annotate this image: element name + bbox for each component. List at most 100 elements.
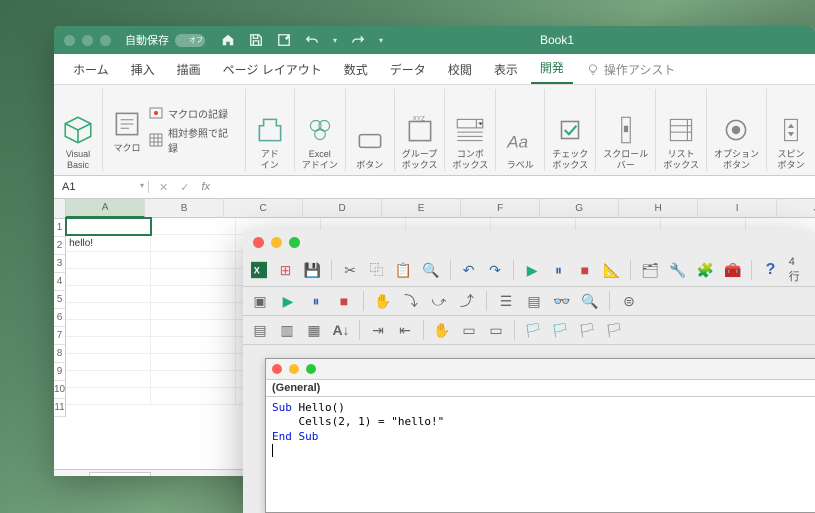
spinbutton-control[interactable]: スピン ボタン xyxy=(767,89,815,171)
toggle-bp-icon[interactable]: ✋ xyxy=(433,321,451,339)
stop-icon[interactable]: ■ xyxy=(577,261,593,279)
row-header[interactable]: 10 xyxy=(54,381,66,399)
compile-icon[interactable]: ▣ xyxy=(251,292,269,310)
uncomment-icon[interactable]: ▭ xyxy=(487,321,505,339)
combobox-control[interactable]: コンボ ボックス xyxy=(445,89,496,171)
step-into-icon[interactable]: ⤵ xyxy=(402,292,420,310)
bookmark-prev-icon[interactable]: 🏳 xyxy=(578,321,596,339)
breakpoint-icon[interactable]: ✋ xyxy=(374,292,392,310)
pause-icon[interactable]: ⏸ xyxy=(550,261,566,279)
close-icon[interactable] xyxy=(64,35,75,46)
sheet-next-icon[interactable]: ▶ xyxy=(76,476,84,477)
fx-icon[interactable]: fx xyxy=(201,181,210,194)
maximize-icon[interactable] xyxy=(100,35,111,46)
row-header[interactable]: 9 xyxy=(54,363,66,381)
cell-a2[interactable]: hello! xyxy=(66,235,151,252)
sheet-tab[interactable]: Sheet1 xyxy=(89,472,151,476)
project-icon[interactable]: 🗂 xyxy=(641,261,659,279)
macro-button[interactable] xyxy=(110,107,144,141)
save-icon[interactable]: 💾 xyxy=(304,261,321,279)
browser-icon[interactable]: 🧩 xyxy=(697,261,714,279)
checkbox-control[interactable]: チェック ボックス xyxy=(545,89,596,171)
list-const-icon[interactable]: ▥ xyxy=(278,321,296,339)
traffic-lights[interactable] xyxy=(64,35,111,46)
bookmark-toggle-icon[interactable]: 🏳 xyxy=(524,321,542,339)
autosave-toggle[interactable]: 自動保存 オフ xyxy=(125,32,205,48)
comment-icon[interactable]: ▭ xyxy=(460,321,478,339)
copy-icon[interactable]: ⿻ xyxy=(368,261,384,279)
callstack-icon[interactable]: ⊜ xyxy=(620,292,638,310)
list-props-icon[interactable]: ▤ xyxy=(251,321,269,339)
tab-review[interactable]: 校閲 xyxy=(439,55,481,84)
row-header[interactable]: 8 xyxy=(54,345,66,363)
cancel-icon[interactable]: ✕ xyxy=(159,181,168,194)
row-header[interactable]: 3 xyxy=(54,255,66,273)
minimize-icon[interactable] xyxy=(82,35,93,46)
quick-info-icon[interactable]: ▦ xyxy=(305,321,323,339)
row-header[interactable]: 2 xyxy=(54,237,66,255)
visual-basic-button[interactable]: Visual Basic xyxy=(54,89,103,171)
add-sheet-button[interactable]: ＋ xyxy=(157,474,167,477)
listbox-control[interactable]: リスト ボックス xyxy=(656,89,707,171)
redo-dropdown-icon[interactable]: ▾ xyxy=(379,36,383,45)
row-header[interactable]: 1 xyxy=(54,219,66,237)
bookmark-next-icon[interactable]: 🏳 xyxy=(551,321,569,339)
tab-layout[interactable]: ページ レイアウト xyxy=(214,55,331,84)
maximize-icon[interactable] xyxy=(306,364,316,374)
object-selector[interactable]: (General) xyxy=(266,380,815,397)
help-icon[interactable]: ? xyxy=(762,261,778,279)
row-header[interactable]: 7 xyxy=(54,327,66,345)
tab-formula[interactable]: 数式 xyxy=(335,55,377,84)
save-icon[interactable] xyxy=(249,33,263,47)
addin-button[interactable]: アド イン xyxy=(246,89,295,171)
quickwatch-icon[interactable]: 🔍 xyxy=(581,292,599,310)
cut-icon[interactable]: ✂ xyxy=(342,261,358,279)
row-header[interactable]: 11 xyxy=(54,399,66,417)
redo-icon[interactable] xyxy=(351,33,365,47)
step-out-icon[interactable]: ⤴ xyxy=(458,292,476,310)
close-icon[interactable] xyxy=(272,364,282,374)
groupbox-control[interactable]: XYZ グループ ボックス xyxy=(395,89,446,171)
cell-a1[interactable] xyxy=(66,218,151,235)
optionbutton-control[interactable]: オプション ボタン xyxy=(707,89,767,171)
tab-draw[interactable]: 描画 xyxy=(168,55,210,84)
module-icon[interactable]: ⊞ xyxy=(277,261,293,279)
col-header[interactable]: B xyxy=(145,199,224,218)
undo-icon[interactable] xyxy=(305,33,319,47)
minimize-icon[interactable] xyxy=(289,364,299,374)
tab-home[interactable]: ホーム xyxy=(64,55,118,84)
button-control[interactable]: ボタン xyxy=(346,89,395,171)
locals-icon[interactable]: ☰ xyxy=(497,292,515,310)
minimize-icon[interactable] xyxy=(271,237,282,248)
tab-developer[interactable]: 開発 xyxy=(531,53,573,84)
col-header[interactable]: D xyxy=(303,199,382,218)
excel-icon[interactable]: X xyxy=(251,261,267,279)
design-icon[interactable]: 📐 xyxy=(603,261,620,279)
label-control[interactable]: Aa ラベル xyxy=(496,89,545,171)
tab-assist[interactable]: 操作アシスト xyxy=(577,55,685,84)
properties-icon[interactable]: 🔧 xyxy=(669,261,686,279)
row-header[interactable]: 6 xyxy=(54,309,66,327)
paste-icon[interactable]: 📋 xyxy=(395,261,412,279)
sheet-prev-icon[interactable]: ◀ xyxy=(62,476,70,477)
outdent-icon[interactable]: ⇤ xyxy=(396,321,414,339)
tab-view[interactable]: 表示 xyxy=(485,55,527,84)
step-over-icon[interactable]: ⤻ xyxy=(430,292,448,310)
col-header[interactable]: J xyxy=(777,199,815,218)
pause-icon[interactable]: ⏸ xyxy=(307,292,325,310)
row-header[interactable]: 4 xyxy=(54,273,66,291)
close-icon[interactable] xyxy=(253,237,264,248)
edit-icon[interactable] xyxy=(277,33,291,47)
redo-icon[interactable]: ↷ xyxy=(487,261,503,279)
excel-addin-button[interactable]: Excel アドイン xyxy=(295,89,346,171)
undo-icon[interactable]: ↶ xyxy=(460,261,476,279)
home-icon[interactable] xyxy=(221,33,235,47)
code-titlebar[interactable] xyxy=(266,359,815,380)
col-header[interactable]: C xyxy=(224,199,303,218)
run-icon[interactable]: ▶ xyxy=(524,261,540,279)
undo-dropdown-icon[interactable]: ▾ xyxy=(333,36,337,45)
immediate-icon[interactable]: ▤ xyxy=(525,292,543,310)
col-header[interactable]: H xyxy=(619,199,698,218)
row-header[interactable]: 5 xyxy=(54,291,66,309)
code-editor[interactable]: Sub Hello() Cells(2, 1) = "hello!" End S… xyxy=(266,397,815,461)
